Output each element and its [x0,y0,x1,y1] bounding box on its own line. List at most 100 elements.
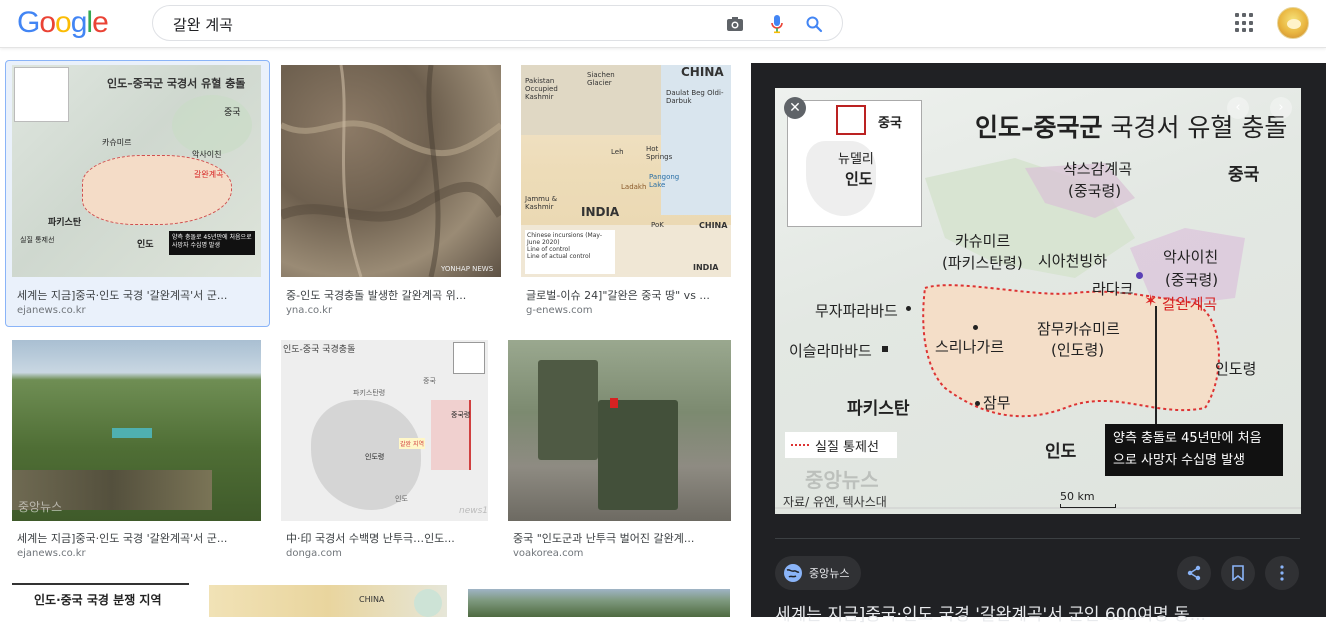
preview-image[interactable]: 중국 뉴델리 인도 인도–중국군 국경서 유혈 충돌 중국 샥스감계곡 (중국령… [775,88,1301,514]
more-vert-icon [1280,565,1284,581]
result-caption[interactable]: 세계는 지금]중국·인도 국경 '갈완계곡'서 군... [17,530,260,546]
google-logo[interactable]: Google [17,6,109,40]
map-region [661,65,731,215]
map-label: 뉴델리 [838,152,874,167]
map-credit: 자료/ 유엔, 텍사스대 [783,495,887,509]
result-thumbnail[interactable] [508,340,731,521]
result-caption[interactable]: 中·印 국경서 수백명 난투극…인도... [286,530,486,546]
bookmark-icon [1232,565,1244,581]
callout-box: 양측 충돌로 45년만에 처음 으로 사망자 수십명 발생 [1105,424,1283,476]
watermark: 중앙뉴스 [18,500,63,514]
result-card-5[interactable]: 인도-중국 국경충돌 파키스탄령 중국령 인도령 갈완 지역 중국 인도 new… [281,340,488,570]
result-card-4[interactable]: 중앙뉴스 세계는 지금]중국·인도 국경 '갈완계곡'서 군... ejanew… [12,340,261,570]
map-label: (인도령) [1051,341,1105,359]
map-label: 인도 [845,170,873,188]
map-label: 인도령 [1215,360,1257,378]
thumb-label: 인도 [137,240,154,250]
thumb-legend: 실질 통제선 [20,236,55,244]
thumb-label: 중국 [224,108,241,118]
result-card-1[interactable]: 인도–중국군 국경서 유혈 충돌 중국 파키스탄 카슈미르 악사이친 갈완계곡 … [12,65,261,321]
map-label: 갈완계곡 [1162,295,1218,313]
legend-item: Line of control [527,246,570,253]
save-button[interactable] [1221,556,1255,590]
map-label: 잠무카슈미르 [1037,320,1120,338]
more-options-button[interactable] [1265,556,1299,590]
result-source[interactable]: voakorea.com [513,548,583,559]
map-label: 샥스감계곡 [1063,160,1133,178]
map-label: 중국 [878,116,902,131]
search-input[interactable] [173,13,713,35]
thumb-legend: Chinese incursions (May-June 2020) Line … [525,230,615,274]
search-box[interactable] [152,5,843,41]
map-label: 잠무 [983,394,1011,412]
callout-line-1: 양측 충돌로 45년만에 처음 [1113,431,1262,446]
result-caption[interactable]: 글로벌-이슈 24]"갈완은 중국 땅" vs ... [526,287,731,303]
thumb-label: Siachen Glacier [587,71,615,87]
watermark: news1 [459,506,488,516]
thumb-label: CHINA [681,65,724,79]
share-icon [1187,565,1201,581]
thumb-title: 인도-중국 국경충돌 [283,345,356,355]
map-region [82,155,232,225]
thumb-label: 카슈미르 [102,138,132,147]
city-marker [973,325,978,330]
account-avatar[interactable] [1277,7,1309,39]
result-caption[interactable]: 세계는 지금]중국·인도 국경 '갈완계곡'서 군... [17,287,260,303]
callout-line-2: 으로 사망자 수십명 발생 [1113,453,1245,468]
inset-highlight [836,105,866,135]
result-thumbnail[interactable]: CHINA [209,585,447,617]
result-source[interactable]: yna.co.kr [286,305,332,316]
thumb-title: 인도·중국 국경 분쟁 지역 [34,593,162,607]
thumb-label: 중국 [423,377,436,385]
result-thumbnail[interactable]: 인도·중국 국경 분쟁 지역 [12,583,189,617]
scale-bar [1060,504,1116,508]
source-chip[interactable]: 중앙뉴스 [775,556,862,590]
result-thumbnail[interactable]: YONHAP NEWS [281,65,501,277]
result-card-3[interactable]: CHINA INDIA Pakistan Occupied Kashmir Si… [521,65,731,321]
thumb-label: CHINA [359,595,385,604]
result-source[interactable]: ejanews.co.kr [17,548,86,559]
result-card-6[interactable]: 중국 "인도군과 난투극 벌어진 갈완계... voakorea.com [508,340,731,570]
city-marker [975,401,980,406]
result-caption[interactable]: 중국 "인도군과 난투극 벌어진 갈완계... [513,530,729,546]
thumb-label: 파키스탄 [48,218,82,228]
scale-label: 50 km [1060,490,1095,503]
share-button[interactable] [1177,556,1211,590]
map-label: 라다크 [1092,280,1134,298]
map-label: 이슬라마바드 [789,342,872,360]
thumb-label: INDIA [693,263,719,272]
search-icon[interactable] [804,14,824,34]
thumb-label: 갈완 지역 [399,438,425,449]
result-source[interactable]: donga.com [286,548,342,559]
map-label: 시아천빙하 [1038,252,1108,270]
map-title-b: 국경서 유혈 충돌 [1102,113,1288,142]
thumb-label: Leh [611,148,624,156]
legend-label: 실질 통제선 [815,439,879,455]
globe-icon [784,564,802,582]
camera-icon[interactable] [725,14,745,34]
apps-grid-icon[interactable] [1235,13,1255,33]
microphone-icon[interactable] [767,14,787,34]
truck [538,360,598,460]
result-thumbnail[interactable]: 인도–중국군 국경서 유혈 충돌 중국 파키스탄 카슈미르 악사이친 갈완계곡 … [12,65,261,277]
result-source[interactable]: ejanews.co.kr [17,305,86,316]
watermark: YONHAP NEWS [441,265,494,273]
result-thumbnail[interactable]: 인도-중국 국경충돌 파키스탄령 중국령 인도령 갈완 지역 중국 인도 new… [281,340,488,521]
result-thumbnail[interactable]: 중앙뉴스 [12,340,261,521]
result-thumbnail[interactable]: CHINA INDIA Pakistan Occupied Kashmir Si… [521,65,731,277]
result-caption[interactable]: 중-인도 국경충돌 발생한 갈완계곡 위... [286,287,499,303]
result-source[interactable]: g-enews.com [526,305,593,316]
inset-map [14,67,69,122]
thumb-title: 인도–중국군 국경서 유혈 충돌 [107,77,246,90]
next-image-icon[interactable]: › [1270,97,1292,119]
map-legend: 실질 통제선 [785,432,897,458]
preview-title[interactable]: 세계는 지금]중국·인도 국경 '갈완계곡'서 군인 600여명 동... [775,600,1300,625]
map-label: (파키스탄령) [942,254,1023,272]
result-card-2[interactable]: YONHAP NEWS 중-인도 국경충돌 발생한 갈완계곡 위... yna.… [281,65,501,321]
prev-image-icon[interactable]: ‹ [1227,97,1249,119]
result-thumbnail[interactable] [468,589,730,617]
thumb-label: 인도령 [365,453,385,461]
close-icon[interactable]: ✕ [784,97,806,119]
top-bar: Google [0,0,1326,48]
thumb-label: CHINA [699,221,728,230]
